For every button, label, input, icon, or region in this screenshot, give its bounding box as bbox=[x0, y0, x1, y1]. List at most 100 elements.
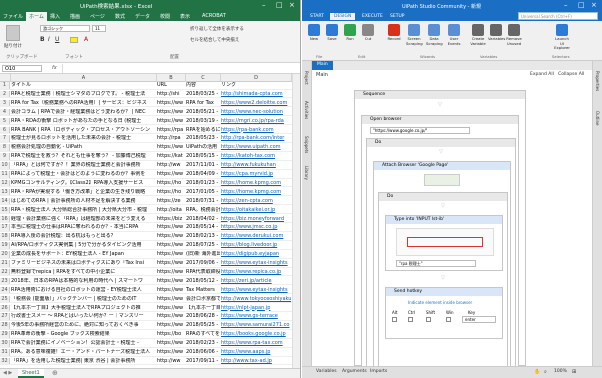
cell-url[interactable]: http://ww bbox=[157, 358, 185, 366]
row-header[interactable]: 12 bbox=[0, 179, 10, 187]
tab-data[interactable]: データ bbox=[135, 13, 150, 20]
cell-url[interactable]: https://ww bbox=[157, 251, 185, 259]
cell-content[interactable]: 2018/05/25 - bbox=[186, 322, 220, 330]
cell-title[interactable]: 税理士が見るロボットを活用した未来の会計 - 税理士 bbox=[11, 135, 156, 143]
cell-link[interactable]: https://oitakaikei.or.jp bbox=[221, 207, 291, 215]
row-header[interactable]: 1 bbox=[0, 82, 10, 89]
cell-link[interactable]: https://zen-cpta.com bbox=[221, 198, 291, 206]
row-header[interactable]: 21 bbox=[0, 260, 10, 267]
cell-link[interactable]: https://zeri.jp/article bbox=[221, 278, 291, 286]
row-header[interactable]: 7 bbox=[0, 135, 10, 142]
cell-title[interactable]: はじめてのRPA | 会計事務所の人材不足を解決する業務 bbox=[11, 198, 156, 206]
fit-to-screen-icon[interactable]: ⊞ bbox=[572, 369, 576, 375]
cell-link[interactable]: https://www.nec-solution bbox=[221, 109, 291, 117]
maximize-icon[interactable]: □ bbox=[578, 1, 585, 9]
row-header[interactable]: 24 bbox=[0, 286, 10, 294]
tab-acrobat[interactable]: ACROBAT bbox=[202, 13, 226, 19]
cell-content[interactable]: RPA代表取締役 bbox=[186, 269, 220, 277]
cell-content[interactable]: 2018/03/25 - bbox=[186, 91, 220, 99]
cell-link[interactable]: リンク bbox=[221, 82, 291, 90]
cell-content[interactable]: 2018/05/14 - bbox=[186, 224, 220, 232]
cell-content[interactable]: 2018/05/23 - bbox=[186, 135, 220, 143]
ctrl-checkbox[interactable] bbox=[408, 317, 413, 322]
cell-content[interactable]: UiPathの活用 bbox=[186, 144, 220, 152]
win-checkbox[interactable] bbox=[446, 317, 451, 322]
cell-link[interactable]: http://shimada-cpta.com bbox=[221, 91, 291, 99]
row-header[interactable]: 27 bbox=[0, 313, 10, 320]
cell-link[interactable]: https://biz.moneyforward bbox=[221, 216, 291, 224]
cell-content[interactable]: 2018/03/19 - bbox=[186, 118, 220, 126]
cell-url[interactable]: https://ww bbox=[157, 278, 185, 286]
row-header[interactable]: 5 bbox=[0, 117, 10, 125]
cell-content[interactable]: 内容 bbox=[186, 82, 220, 90]
formula-input[interactable] bbox=[62, 64, 298, 73]
cell-title[interactable]: 「税務会 (能面版）」バックテンバー | 税理士のためのIT bbox=[11, 296, 156, 304]
tab-page[interactable]: ページ bbox=[90, 13, 105, 20]
cell-link[interactable]: https://blog.livedoor.jp bbox=[221, 242, 291, 250]
cell-content[interactable]: 2018/01/23 - bbox=[186, 180, 220, 188]
row-header[interactable]: 10 bbox=[0, 162, 10, 169]
row-header[interactable]: 23 bbox=[0, 277, 10, 285]
row-header[interactable]: 3 bbox=[0, 99, 10, 107]
expand-all-button[interactable]: Expand All bbox=[530, 72, 554, 77]
row-header[interactable]: 13 bbox=[0, 188, 10, 196]
cell-title[interactable]: RPA BANK | RPA（ロボティック・プロセス・アウトソーシン bbox=[11, 127, 156, 135]
cell-title[interactable]: 「RPA」とは何ですか？！業界の税理士業務と会計事務所 bbox=[11, 162, 156, 170]
cell-url[interactable]: https://kat bbox=[157, 153, 185, 161]
row-header[interactable]: 22 bbox=[0, 268, 10, 276]
shift-checkbox[interactable] bbox=[426, 317, 431, 322]
cell-url[interactable]: https://ww bbox=[157, 233, 185, 241]
cell-link[interactable]: http://www.tax-ad.jp bbox=[221, 358, 291, 366]
cell-content[interactable]: 2017/01/05 - bbox=[186, 189, 220, 197]
cell-content[interactable]: 2018/05/12 - bbox=[186, 278, 220, 286]
cell-content[interactable]: 【九本ホ一丁目 bbox=[186, 305, 220, 313]
row-header[interactable]: 11 bbox=[0, 171, 10, 178]
cell-title[interactable]: RPA活用術における自社のロボットの運営 - EY税理士法人 bbox=[11, 287, 156, 295]
row-header[interactable]: 20 bbox=[0, 251, 10, 258]
ribbon-button-cut[interactable]: Cut bbox=[360, 24, 376, 42]
cell-url[interactable]: https://ww bbox=[157, 260, 185, 268]
cell-link[interactable]: http://rpa-bank.com/inter bbox=[221, 135, 291, 143]
cell-link[interactable]: https://www.samurai271.co bbox=[221, 322, 291, 330]
row-header[interactable]: 32 bbox=[0, 357, 10, 365]
sheet-nav-icon[interactable]: ◀ ▶ bbox=[3, 370, 12, 376]
cell-title[interactable]: RPA for Tax（税務業務へのRPA活用）| サービス：ビジネス bbox=[11, 100, 156, 108]
url-field[interactable]: "https://www.google.co.jp/" bbox=[370, 127, 470, 134]
open-browser-activity[interactable]: Open browser "https://www.google.co.jp/"… bbox=[361, 115, 519, 366]
cell-link[interactable]: https://digipub.eyjapan bbox=[221, 251, 291, 259]
cell-content[interactable]: 2018/02/23 - bbox=[186, 340, 220, 348]
cell-link[interactable]: https://www.jmsc.co.jp bbox=[221, 224, 291, 232]
cell-content[interactable]: 2018/04/09 - bbox=[186, 171, 220, 179]
library-panel-tab[interactable]: Library bbox=[304, 166, 309, 180]
row-header[interactable]: 8 bbox=[0, 144, 10, 151]
type-into-activity[interactable]: Type into 'INPUT lst-ib' "rpa 税理士" bbox=[385, 215, 503, 271]
name-box[interactable]: O10 bbox=[2, 65, 42, 72]
tab-setup[interactable]: SETUP bbox=[386, 13, 408, 20]
row-header[interactable]: 18 bbox=[0, 233, 10, 240]
attach-browser-activity[interactable]: Attach Browser 'Google Page' Do ▽ Type i… bbox=[373, 161, 511, 366]
row-header[interactable]: 31 bbox=[0, 349, 10, 356]
cell-url[interactable]: https://ww bbox=[157, 109, 185, 117]
close-icon[interactable]: × bbox=[289, 1, 295, 9]
cell-title[interactable]: 税務会計処理の自動化 - UiPath bbox=[11, 144, 156, 152]
cell-title[interactable]: RPA革命の衝撃 - Google ブックス検索結果 bbox=[11, 331, 156, 339]
ribbon-button-create-variable[interactable]: Create Variable bbox=[470, 24, 486, 46]
cell-url[interactable]: URL bbox=[157, 82, 185, 90]
cell-link[interactable]: https://www.gs-terrace bbox=[221, 313, 291, 321]
ribbon-button-data-scraping[interactable]: Data Scraping bbox=[426, 24, 443, 46]
tab-execute[interactable]: EXECUTE bbox=[358, 13, 387, 20]
key-select[interactable]: enter bbox=[462, 316, 496, 323]
indicate-element-link[interactable]: Indicate element inside browser bbox=[408, 300, 472, 305]
cell-content[interactable]: RPAを始めるに bbox=[186, 127, 220, 135]
cell-content[interactable]: 2018/07/25 - bbox=[186, 242, 220, 250]
cell-title[interactable]: 今後5年の事務所経営のために、絶対に知っておくべき事 bbox=[11, 322, 156, 330]
sheet-tab-sheet1[interactable]: Sheet1 bbox=[18, 369, 44, 378]
cell-title[interactable]: 2018年、日本のRPAは本格的な利用の時代へ | スマートワ bbox=[11, 278, 156, 286]
cell-title[interactable]: 企業の成長をサポート：EY税理士法人 - EY Japan bbox=[11, 251, 156, 259]
collapse-all-button[interactable]: Collapse All bbox=[558, 72, 584, 77]
cell-content[interactable]: (旧)新 海外進出 bbox=[186, 251, 220, 259]
column-header-c[interactable]: C bbox=[186, 74, 221, 82]
close-icon[interactable]: × bbox=[591, 1, 597, 9]
send-hotkey-activity[interactable]: Send hotkey Indicate element inside brow… bbox=[385, 287, 503, 339]
cell-url[interactable]: https://ww bbox=[157, 313, 185, 321]
